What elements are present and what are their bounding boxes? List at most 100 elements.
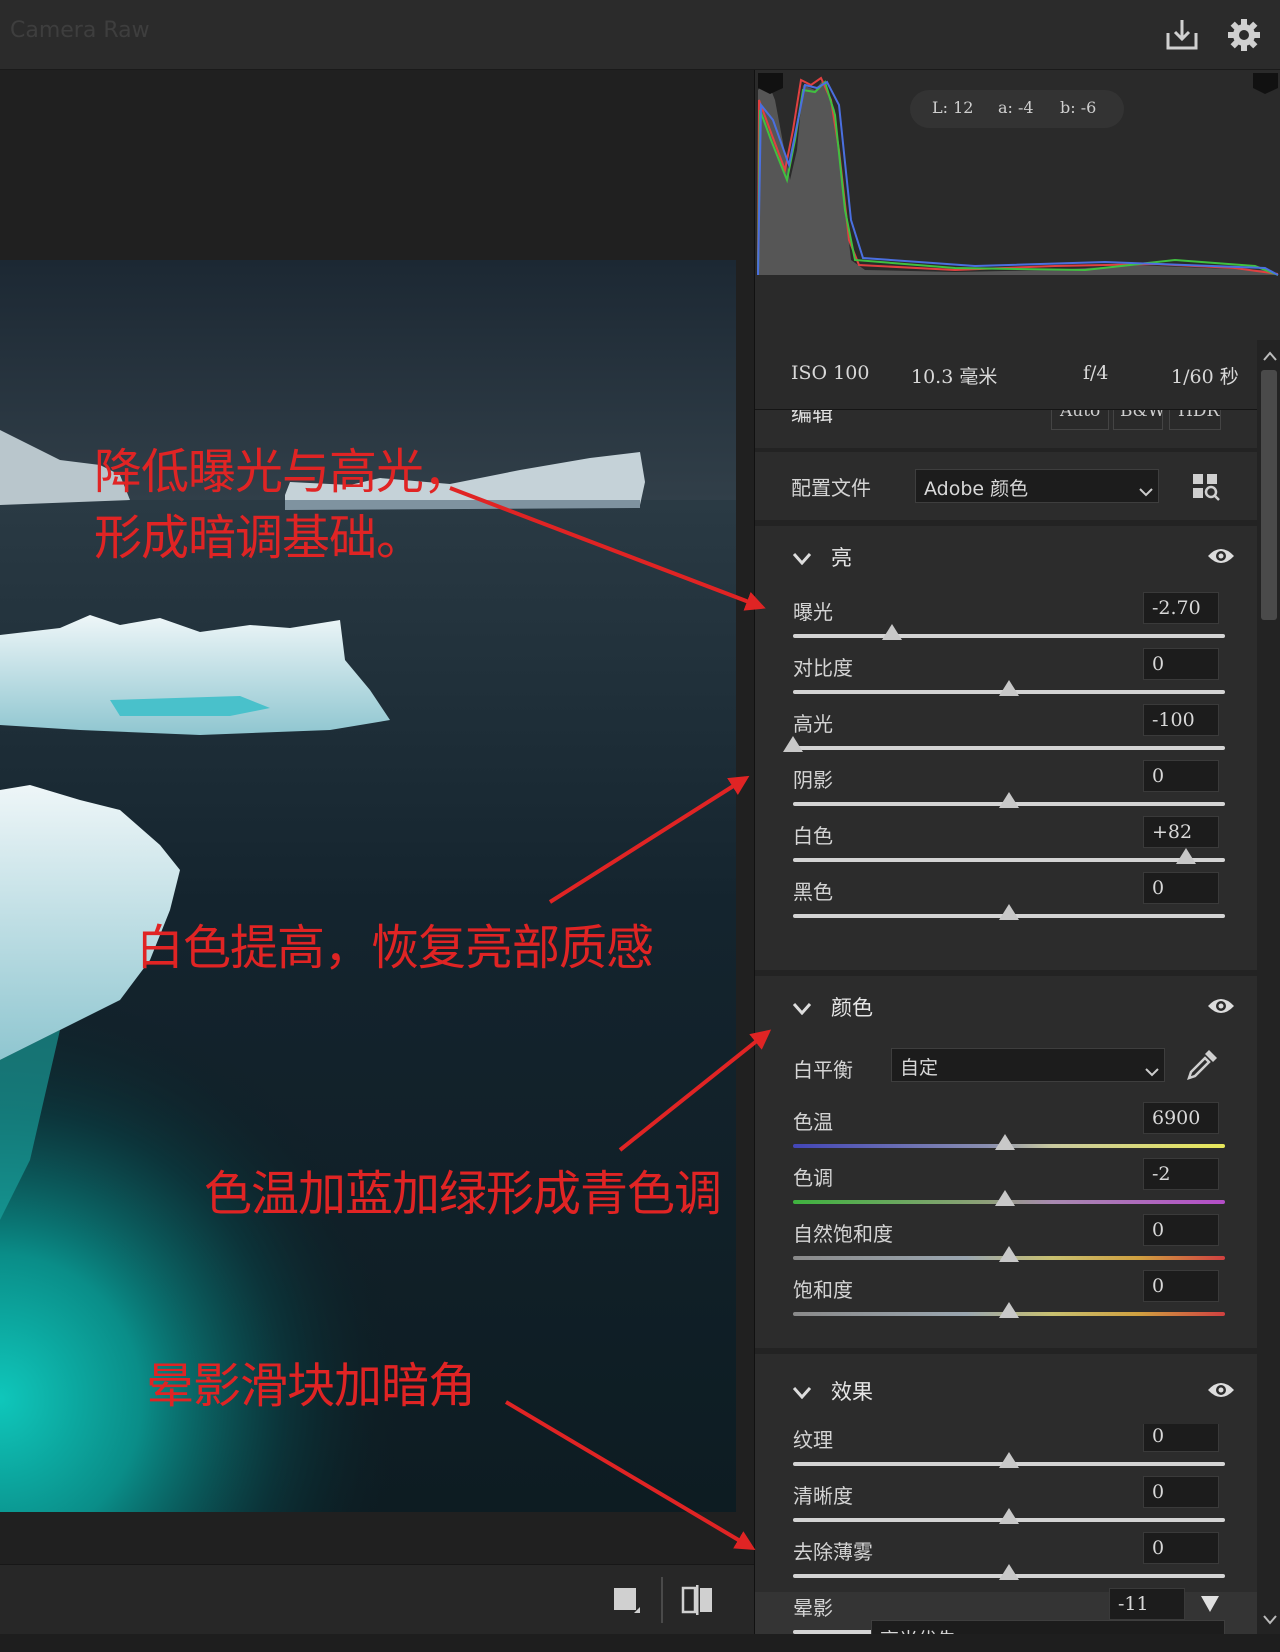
white-balance-select[interactable]: 自定: [891, 1048, 1165, 1082]
light-slider-thumb[interactable]: [1176, 848, 1197, 864]
lab-b: b: -6: [1060, 98, 1097, 117]
effects-slider-thumb[interactable]: [999, 1452, 1019, 1468]
light-slider-label: 白色: [793, 824, 833, 848]
color-value-input[interactable]: 6900: [1143, 1102, 1219, 1134]
auto-button[interactable]: Auto: [1051, 410, 1109, 430]
light-value-input[interactable]: -2.70: [1143, 592, 1219, 624]
light-slider-row: 曝光 -2.70: [755, 592, 1257, 652]
lab-a: a: -4: [998, 98, 1034, 117]
color-value-input[interactable]: -2: [1143, 1158, 1219, 1190]
light-title: 亮: [831, 546, 852, 570]
color-slider-label: 色调: [793, 1166, 833, 1190]
color-slider-thumb[interactable]: [994, 1190, 1015, 1206]
light-slider-thumb[interactable]: [783, 736, 803, 752]
light-slider-label: 高光: [793, 712, 833, 736]
single-view-icon[interactable]: [612, 1585, 642, 1615]
save-icon[interactable]: [1162, 15, 1202, 55]
scroll-up-icon[interactable]: [1263, 346, 1277, 361]
edit-title: 编辑: [791, 410, 833, 426]
color-slider-row: 自然饱和度 0: [755, 1214, 1257, 1274]
profile-value: Adobe 颜色: [924, 478, 1029, 500]
expand-triangle-icon[interactable]: [1201, 1596, 1219, 1612]
light-sliders: 曝光 -2.70 对比度 0 高光 -100 阴影 0 白色 +82 黑色 0: [755, 592, 1257, 956]
panel-scrollbar-thumb[interactable]: [1261, 370, 1277, 620]
color-slider-thumb[interactable]: [994, 1134, 1015, 1150]
light-value-input[interactable]: 0: [1143, 760, 1219, 792]
color-slider-label: 色温: [793, 1110, 833, 1134]
lab-l: L: 12: [932, 98, 974, 117]
light-slider-thumb[interactable]: [999, 680, 1019, 696]
light-slider-label: 曝光: [793, 600, 833, 624]
color-value-input[interactable]: 0: [1143, 1214, 1219, 1246]
light-value-input[interactable]: 0: [1143, 872, 1219, 904]
effects-title: 效果: [831, 1380, 873, 1404]
edit-row: 编辑 Auto B&W HDR: [755, 410, 1257, 448]
light-slider-track[interactable]: [793, 746, 1225, 750]
light-section: 亮 曝光 -2.70 对比度 0 高光 -100 阴影 0 白色 +82 黑色 0: [755, 526, 1257, 970]
eye-icon[interactable]: [1207, 1380, 1235, 1400]
exif-bar: ISO 100 10.3 毫米 f/4 1/60 秒: [755, 340, 1280, 410]
hdr-button[interactable]: HDR: [1169, 410, 1221, 430]
effects-slider-thumb[interactable]: [999, 1564, 1019, 1580]
effects-header[interactable]: 效果: [755, 1354, 1257, 1414]
effects-slider-label: 清晰度: [793, 1484, 853, 1508]
histogram: L: 12 a: -4 b: -6: [755, 70, 1280, 340]
color-sliders: 色温 6900 色调 -2 自然饱和度 0 饱和度 0: [755, 1102, 1257, 1346]
annotation-whites: 白色提高，恢复亮部质感: [136, 920, 654, 976]
gear-icon[interactable]: [1224, 15, 1264, 55]
annotation-exposure-2: 形成暗调基础。: [94, 510, 424, 566]
chevron-down-icon: [792, 550, 812, 566]
exif-aperture: f/4: [1083, 362, 1109, 384]
light-slider-label: 阴影: [793, 768, 833, 792]
color-slider-row: 色温 6900: [755, 1102, 1257, 1162]
effects-section: 效果 纹理 0 清晰度 0 去除薄雾 0 晕影 -11 样式 高光优先: [755, 1354, 1257, 1634]
compare-view-icon[interactable]: [680, 1583, 714, 1617]
exif-shutter: 1/60 秒: [1171, 366, 1239, 388]
effects-value-input[interactable]: -11: [1109, 1588, 1185, 1620]
light-slider-thumb[interactable]: [999, 792, 1019, 808]
light-value-input[interactable]: -100: [1143, 704, 1219, 736]
effects-slider-row: 清晰度 0: [755, 1476, 1257, 1536]
bw-button[interactable]: B&W: [1113, 410, 1165, 430]
profile-label: 配置文件: [791, 476, 871, 500]
canvas-area: [0, 70, 754, 1564]
app-title: Camera Raw: [10, 18, 150, 43]
light-value-input[interactable]: 0: [1143, 648, 1219, 680]
light-slider-row: 黑色 0: [755, 872, 1257, 932]
light-slider-row: 白色 +82: [755, 816, 1257, 876]
exif-focal: 10.3 毫米: [911, 366, 998, 388]
vignette-style-label: 样式: [793, 1624, 833, 1634]
profile-browser-icon[interactable]: [1191, 472, 1221, 502]
effects-slider-label: 晕影: [793, 1596, 833, 1620]
toolbar-divider: [661, 1577, 663, 1623]
color-slider-thumb[interactable]: [999, 1302, 1019, 1318]
light-slider-track[interactable]: [793, 634, 1225, 638]
eye-icon[interactable]: [1207, 546, 1235, 566]
color-slider-thumb[interactable]: [999, 1246, 1019, 1262]
light-slider-thumb[interactable]: [999, 904, 1019, 920]
light-slider-label: 对比度: [793, 656, 853, 680]
profile-select[interactable]: Adobe 颜色: [915, 469, 1159, 503]
color-value-input[interactable]: 0: [1143, 1270, 1219, 1302]
effects-slider-thumb[interactable]: [999, 1508, 1019, 1524]
color-title: 颜色: [831, 996, 873, 1020]
light-header[interactable]: 亮: [755, 526, 1257, 586]
effects-value-input[interactable]: 0: [1143, 1476, 1219, 1508]
vignette-style-select[interactable]: 高光优先: [871, 1620, 1225, 1634]
effects-sliders: 纹理 0 清晰度 0 去除薄雾 0 晕影 -11 样式 高光优先: [755, 1424, 1257, 1634]
light-slider-thumb[interactable]: [882, 624, 903, 640]
light-value-input[interactable]: +82: [1143, 816, 1219, 848]
light-slider-label: 黑色: [793, 880, 833, 904]
light-slider-track[interactable]: [793, 858, 1225, 862]
bottom-toolbar: [0, 1564, 754, 1634]
lab-readout: L: 12 a: -4 b: -6: [910, 90, 1124, 128]
eye-icon[interactable]: [1207, 996, 1235, 1016]
vignette-style-row: 样式 高光优先: [755, 1620, 1257, 1634]
scroll-down-icon[interactable]: [1263, 1610, 1277, 1625]
chevron-down-icon: [792, 1000, 812, 1016]
eyedropper-icon[interactable]: [1185, 1048, 1219, 1082]
effects-value-input[interactable]: 0: [1143, 1532, 1219, 1564]
effects-value-input[interactable]: 0: [1143, 1424, 1219, 1452]
top-bar: Camera Raw: [0, 0, 1280, 70]
color-header[interactable]: 颜色: [755, 976, 1257, 1036]
